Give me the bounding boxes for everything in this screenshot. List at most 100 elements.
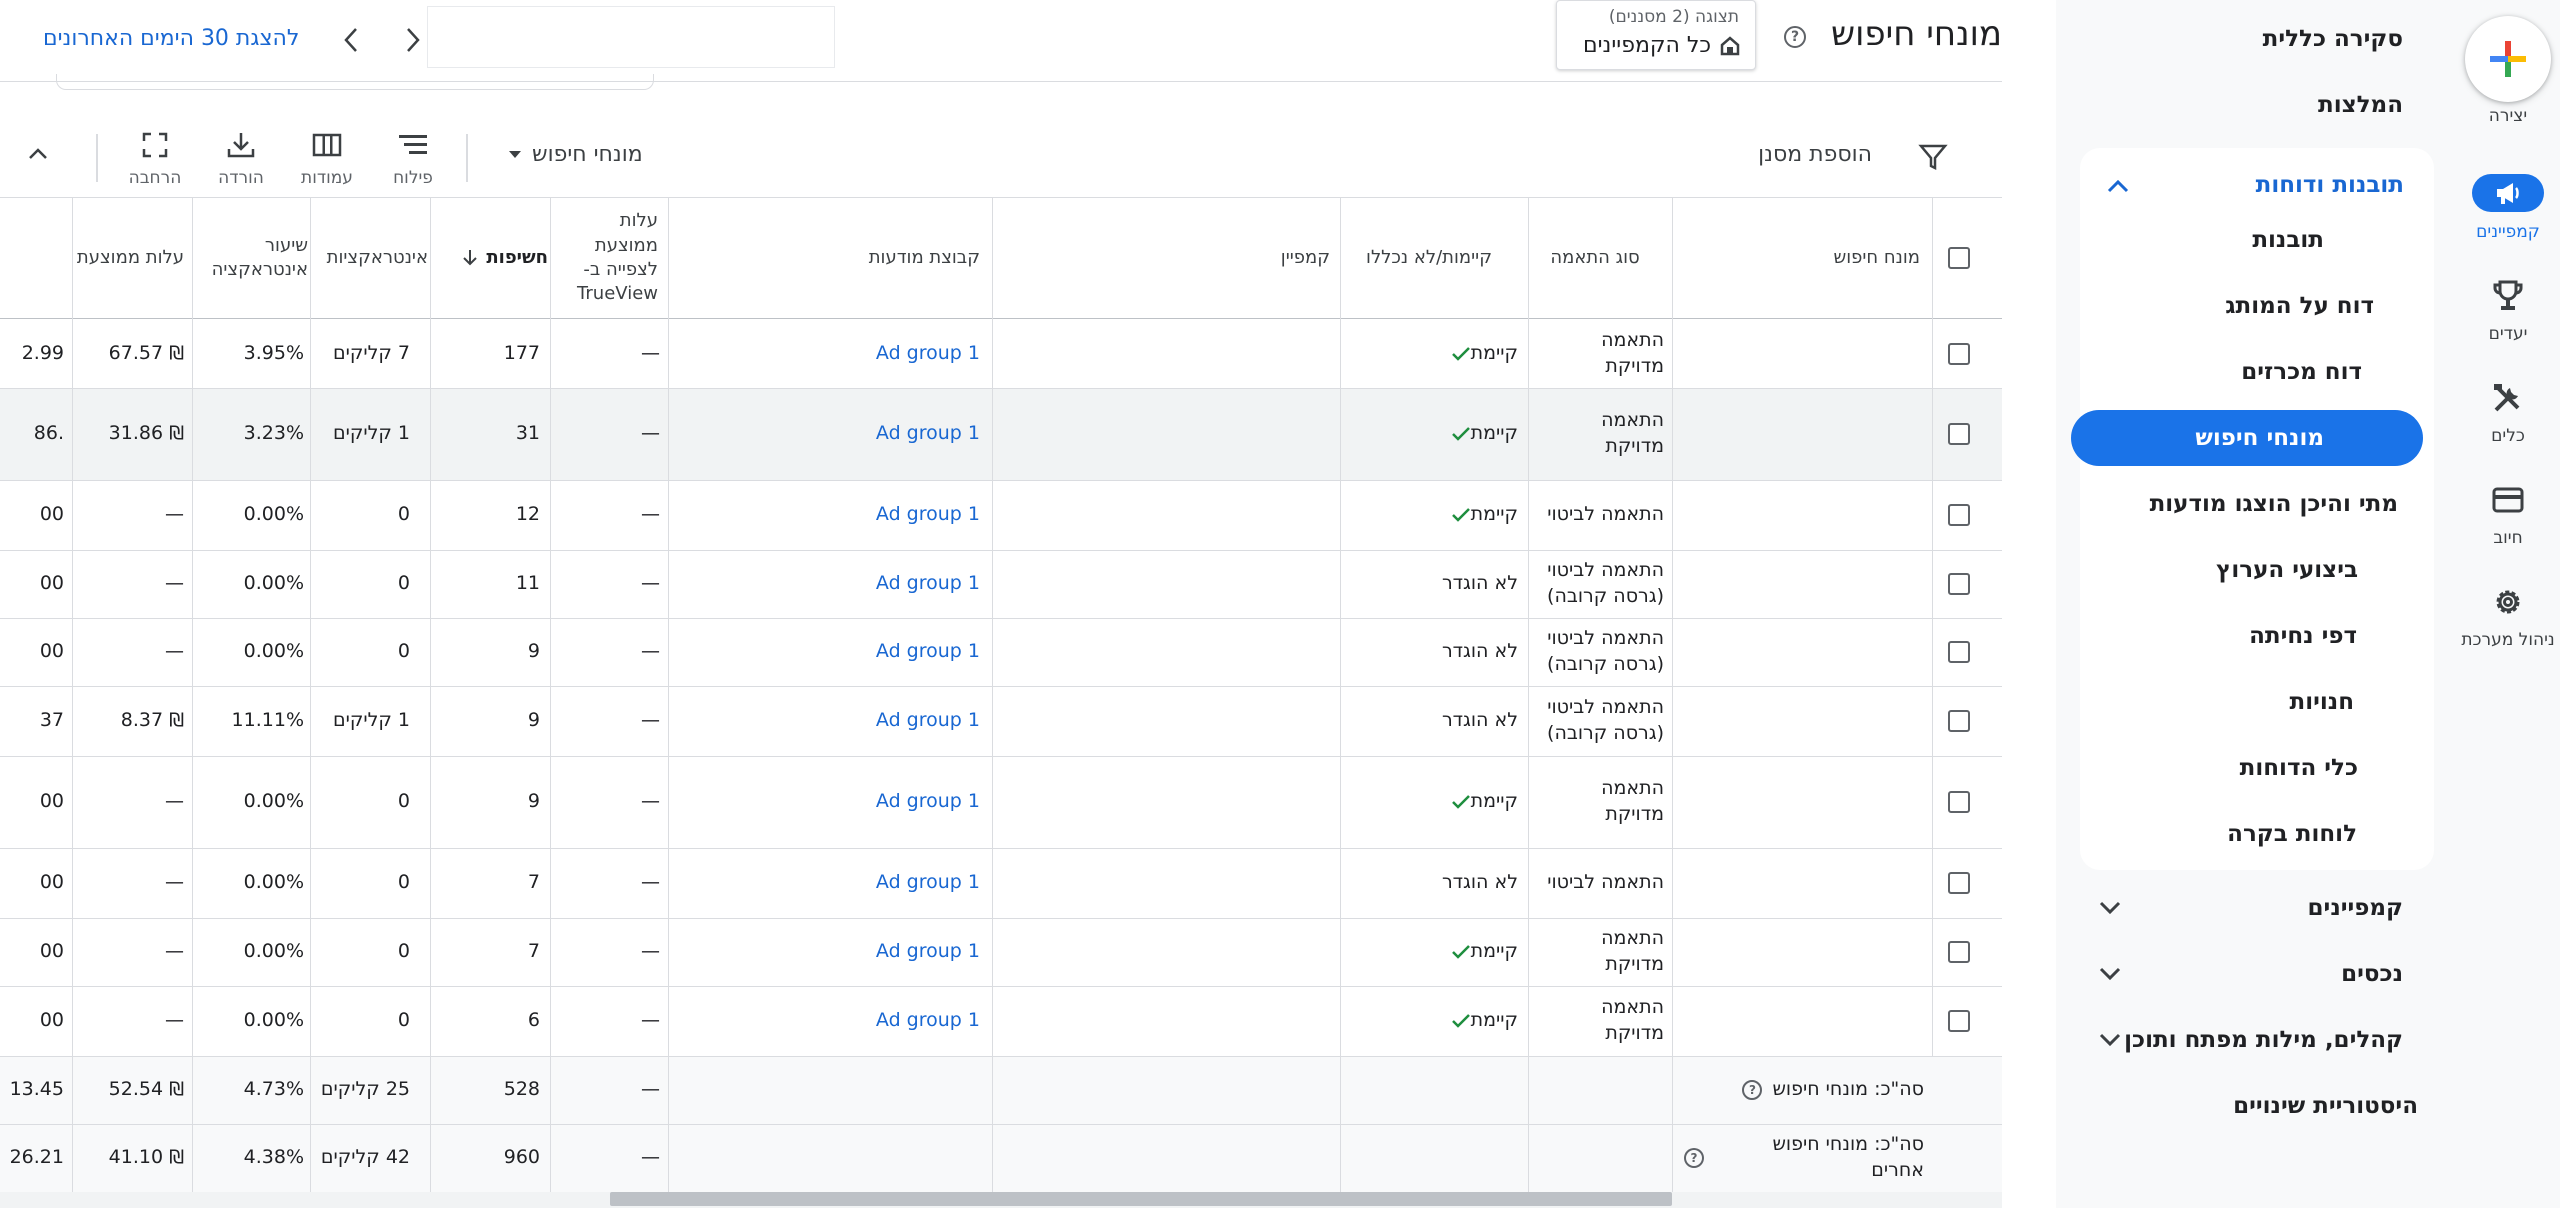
credit-card-icon — [2492, 480, 2524, 520]
added-status-label: קיימת — [1470, 1009, 1518, 1032]
ad-group-link[interactable]: Ad group 1 — [680, 686, 980, 756]
avg-cost-cell: ₪ 31.86 — [108, 422, 184, 445]
date-range-box[interactable] — [427, 6, 835, 68]
nav-sub-auction-insights[interactable]: דוח מכרזים — [2080, 344, 2434, 400]
download-button[interactable]: הורדה — [206, 128, 276, 194]
nav-sub-insights[interactable]: תובנות — [2080, 212, 2434, 268]
chevron-up-icon[interactable] — [26, 142, 50, 170]
added-status-label: לא הוגדר — [1441, 871, 1518, 894]
interaction-rate-cell: 3.23% — [243, 422, 304, 445]
truncated-cost-cell: 37 — [39, 709, 64, 732]
nav-group-campaigns[interactable]: קמפיינים — [2056, 880, 2456, 936]
row-checkbox[interactable] — [1948, 941, 1970, 963]
help-icon[interactable]: ? — [1684, 1148, 1704, 1168]
nav-sub-brand-report[interactable]: דוח על המותג — [2080, 278, 2434, 334]
last-30-days-link[interactable]: להצגת 30 הימים האחרונים — [43, 26, 299, 51]
nav-sub-dashboards[interactable]: לוחות בקרה — [2080, 806, 2434, 862]
nav-change-history[interactable]: היסטוריית שינויים — [2056, 1078, 2456, 1134]
row-checkbox[interactable] — [1948, 343, 1970, 365]
nav-overview[interactable]: סקירה כללית — [2056, 26, 2456, 52]
nav-sub-channel-performance[interactable]: ביצועי הערוץ — [2080, 542, 2434, 598]
nav-change-history-label: היסטוריית שינויים — [2233, 1093, 2418, 1119]
chevron-left-icon[interactable] — [336, 22, 366, 58]
help-icon[interactable]: ? — [1784, 26, 1806, 48]
nav-sub-report-editor[interactable]: כלי הדוחות — [2080, 740, 2434, 796]
reports-group-card: תובנות ודוחות תובנות דוח על המותג דוח מכ… — [2071, 148, 2434, 870]
interaction-rate-cell: 0.00% — [243, 572, 304, 595]
row-checkbox[interactable] — [1948, 710, 1970, 732]
col-divider — [72, 198, 73, 1192]
help-icon[interactable]: ? — [1742, 1080, 1763, 1100]
ad-group-link[interactable]: Ad group 1 — [680, 388, 980, 480]
row-checkbox[interactable] — [1948, 872, 1970, 894]
segment-button[interactable]: פילוח — [378, 128, 448, 194]
nav-sub-landing-pages[interactable]: דפי נחיתה — [2080, 608, 2434, 664]
rail-item-goals[interactable]: יעדים — [2456, 276, 2560, 366]
row-checkbox[interactable] — [1948, 641, 1970, 663]
header-avg-cost[interactable]: עלות ממוצעת — [74, 198, 184, 318]
rail-item-billing[interactable]: חיוב — [2456, 480, 2560, 570]
row-checkbox[interactable] — [1948, 573, 1970, 595]
header-campaign[interactable]: קמפיין — [994, 198, 1330, 318]
header-ad-group[interactable]: קבוצת מודעות — [670, 198, 980, 318]
truncated-cost-cell: 00 — [39, 572, 64, 595]
rail-item-admin[interactable]: ניהול מערכת — [2456, 582, 2560, 672]
segment-dropdown[interactable]: מונחי חיפוש — [508, 142, 643, 167]
toolbar-divider — [96, 134, 98, 182]
nav-group-audiences[interactable]: קהלים, מילות מפתח ותוכן — [2056, 1012, 2456, 1068]
add-filter-button[interactable]: הוספת מסנן — [1758, 142, 1872, 167]
interactions-cell: 1 קליקים — [333, 422, 410, 445]
plus-icon — [2490, 41, 2526, 77]
segment-button-label: פילוח — [393, 168, 433, 188]
view-selector[interactable]: תצוגה (2 מסננים) כל הקמפיינים — [1556, 0, 1756, 70]
interactions-cell: 1 קליקים — [333, 709, 410, 732]
nav-sub-stores[interactable]: חנויות — [2080, 674, 2434, 730]
impressions-cell: 7 — [527, 940, 540, 963]
ad-group-link[interactable]: Ad group 1 — [680, 618, 980, 686]
match-type-cell: התאמה מדויקת — [1601, 329, 1664, 377]
avg-cost-cell: — — [165, 640, 184, 663]
ad-group-link[interactable]: Ad group 1 — [680, 480, 980, 550]
nav-sub-where-ads-showed[interactable]: מתי והיכן הוצגו מודעות — [2080, 476, 2434, 532]
added-status-label: קיימת — [1470, 503, 1518, 526]
trueview-cpv-cell: — — [641, 422, 660, 445]
row-checkbox[interactable] — [1948, 423, 1970, 445]
select-all-checkbox[interactable] — [1948, 247, 1970, 269]
chevron-right-icon[interactable] — [398, 22, 428, 58]
ad-group-link[interactable]: Ad group 1 — [680, 918, 980, 986]
ad-group-link[interactable]: Ad group 1 — [680, 986, 980, 1056]
header-impressions[interactable]: חשיפות — [432, 198, 548, 318]
rail-label-tools: כלים — [2491, 426, 2525, 446]
ad-group-link[interactable]: Ad group 1 — [680, 550, 980, 618]
rail-item-tools[interactable]: כלים — [2456, 378, 2560, 468]
expand-button[interactable]: הרחבה — [120, 128, 190, 194]
reports-group-title[interactable]: תובנות ודוחות — [2256, 172, 2404, 198]
header-match-type[interactable]: סוג התאמה — [1530, 198, 1660, 318]
added-status-cell: קיימת — [1350, 320, 1518, 388]
header-interaction-rate[interactable]: שיעור אינטראקציה — [194, 198, 308, 318]
create-button[interactable] — [2465, 16, 2551, 102]
filter-icon[interactable] — [1918, 142, 1948, 176]
chevron-up-icon[interactable] — [2098, 166, 2138, 206]
impressions-cell: 12 — [515, 503, 540, 526]
header-search-term[interactable]: מונח חיפוש — [1673, 198, 1920, 318]
trueview-cpv-cell: — — [641, 503, 660, 526]
ad-group-link[interactable]: Ad group 1 — [680, 848, 980, 918]
ad-group-link[interactable]: Ad group 1 — [680, 320, 980, 388]
row-checkbox[interactable] — [1948, 791, 1970, 813]
row-checkbox[interactable] — [1948, 504, 1970, 526]
nav-recommendations[interactable]: המלצות — [2056, 92, 2456, 118]
main-content: מונחי חיפוש ? תצוגה (2 מסננים) כל הקמפיי… — [0, 0, 2002, 1208]
totals-interaction-rate: 4.73% — [243, 1078, 304, 1101]
rail-item-campaigns[interactable]: קמפיינים — [2456, 174, 2560, 264]
header-interactions[interactable]: אינטראקציות — [312, 198, 428, 318]
interaction-rate-cell: 0.00% — [243, 871, 304, 894]
header-added-excluded[interactable]: קיימות/לא נכללו — [1341, 198, 1517, 318]
columns-button[interactable]: עמודות — [292, 128, 362, 194]
row-checkbox[interactable] — [1948, 1010, 1970, 1032]
nav-group-assets[interactable]: נכסים — [2056, 946, 2456, 1002]
horizontal-scrollbar-thumb[interactable] — [610, 1192, 1672, 1206]
nav-sub-search-terms[interactable]: מונחי חיפוש — [2071, 410, 2423, 466]
ad-group-link[interactable]: Ad group 1 — [680, 756, 980, 848]
header-trueview-cpv[interactable]: עלות ממוצעת לצפייה ב- TrueView — [552, 198, 658, 318]
